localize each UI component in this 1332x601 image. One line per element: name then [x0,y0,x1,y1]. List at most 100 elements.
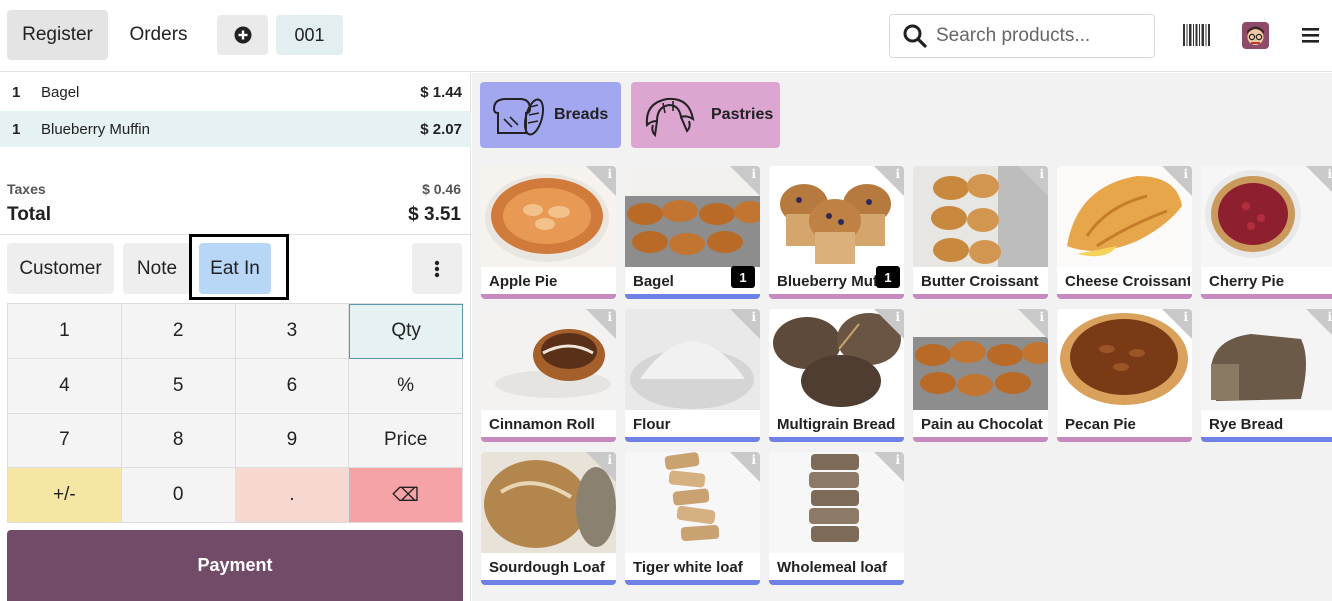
key-7[interactable]: 7 [8,413,122,469]
category-bar [769,294,904,299]
product-card-rye-bread[interactable]: i Rye Bread [1201,309,1332,442]
new-order-button[interactable] [217,15,268,55]
product-card-pecan-pie[interactable]: i Pecan Pie [1057,309,1192,442]
key-qty[interactable]: Qty [349,304,463,359]
product-card-cherry-pie[interactable]: i Cherry Pie [1201,166,1332,299]
product-qty-badge: 1 [731,266,755,288]
top-bar: Register Orders 001 [0,0,1332,72]
info-icon[interactable]: i [1162,309,1192,339]
product-name: Pecan Pie [1065,416,1136,433]
category-breads-label: Breads [554,106,609,123]
croissant-icon [645,97,695,138]
info-icon[interactable]: i [1306,166,1332,196]
register-tab-label: Register [22,24,93,45]
note-button[interactable]: Note [123,243,191,294]
search-box[interactable] [889,14,1155,58]
info-icon[interactable]: i [730,452,760,482]
category-bar [481,437,616,442]
product-card-apple-pie[interactable]: i Apple Pie [481,166,616,299]
category-bar [625,294,760,299]
info-icon[interactable]: i [586,452,616,482]
avatar[interactable] [1242,22,1269,49]
payment-button[interactable]: Payment [7,530,463,601]
product-card-butter-croissant[interactable]: i Butter Croissant [913,166,1048,299]
eat-in-button[interactable]: Eat In [199,243,271,294]
product-name: Butter Croissant [921,273,1039,290]
key-plus-minus[interactable]: +/- [8,468,122,523]
info-icon[interactable]: i [1306,309,1332,339]
info-icon[interactable]: i [586,166,616,196]
product-name: Multigrain Bread [777,416,896,433]
order-line-price: $ 1.44 [420,83,462,101]
info-icon[interactable]: i [730,166,760,196]
info-icon[interactable]: i [1018,309,1048,339]
product-name: Cherry Pie [1209,273,1285,290]
key-decimal[interactable]: . [235,468,350,523]
register-tab[interactable]: Register [7,10,108,60]
key-backspace[interactable]: ⌫ [349,468,463,523]
product-name: Flour [633,416,671,433]
info-icon[interactable]: i [1162,166,1192,196]
total-value: $ 3.51 [408,204,461,225]
key-0[interactable]: 0 [121,468,236,523]
customer-button-label: Customer [19,257,102,279]
product-card-cheese-croissant[interactable]: i Cheese Croissant [1057,166,1192,299]
info-icon[interactable]: i [730,309,760,339]
info-icon[interactable]: i [1018,166,1048,196]
customer-button[interactable]: Customer [7,243,114,294]
order-line-selected[interactable]: 1 Blueberry Muffin $ 2.07 [0,111,471,147]
category-bar [1057,294,1192,299]
key-1[interactable]: 1 [8,304,122,359]
product-card-blueberry-muffin[interactable]: i Blueberry Muffin 1 [769,166,904,299]
product-name: Wholemeal loaf [777,559,888,576]
product-card-flour[interactable]: i Flour [625,309,760,442]
key-price[interactable]: Price [349,413,463,469]
hamburger-menu-icon[interactable] [1302,28,1319,43]
numpad: 1 2 3 Qty 4 5 6 % 7 8 9 Price +/- 0 . ⌫ [7,303,463,523]
total-label: Total [7,204,51,225]
product-card-tiger-white-loaf[interactable]: i Tiger white loaf [625,452,760,585]
order-line[interactable]: 1 Bagel $ 1.44 [0,74,471,110]
category-pastries[interactable]: Pastries [631,82,780,148]
key-8[interactable]: 8 [121,413,236,469]
product-card-multigrain-bread[interactable]: i Multigrain Bread [769,309,904,442]
info-icon[interactable]: i [874,452,904,482]
category-bar [1201,294,1332,299]
order-tab-001[interactable]: 001 [276,15,343,55]
product-card-wholemeal-loaf[interactable]: i Wholemeal loaf [769,452,904,585]
info-icon[interactable]: i [586,309,616,339]
info-icon[interactable]: i [874,166,904,196]
category-bar [1201,437,1332,442]
note-button-label: Note [136,257,178,279]
bread-icon [492,98,545,136]
category-bar [913,437,1048,442]
key-4[interactable]: 4 [8,358,122,414]
product-name: Tiger white loaf [633,559,743,576]
category-breads[interactable]: Breads [480,82,621,148]
product-card-sourdough-loaf[interactable]: i Sourdough Loaf [481,452,616,585]
key-2[interactable]: 2 [121,304,236,359]
order-line-qty: 1 [12,120,21,138]
product-panel: Breads Pastries i Apple Pie i Bagel 1 i … [472,73,1332,601]
category-bar [769,437,904,442]
taxes-label: Taxes [7,181,46,197]
search-input[interactable] [936,25,1146,47]
product-card-pain-au-chocolat[interactable]: i Pain au Chocolat [913,309,1048,442]
more-actions-button[interactable] [412,243,462,294]
category-bar [625,437,760,442]
product-card-cinnamon-roll[interactable]: i Cinnamon Roll [481,309,616,442]
orders-tab[interactable]: Orders [116,10,201,60]
product-card-bagel[interactable]: i Bagel 1 [625,166,760,299]
key-percent[interactable]: % [349,358,463,414]
search-icon [903,24,927,48]
order-line-price: $ 2.07 [420,120,462,138]
key-3[interactable]: 3 [235,304,350,359]
key-5[interactable]: 5 [121,358,236,414]
barcode-icon[interactable] [1183,24,1210,46]
key-9[interactable]: 9 [235,413,350,469]
category-bar [481,580,616,585]
info-icon[interactable]: i [874,309,904,339]
key-6[interactable]: 6 [235,358,350,414]
category-bar [769,580,904,585]
category-bar [481,294,616,299]
